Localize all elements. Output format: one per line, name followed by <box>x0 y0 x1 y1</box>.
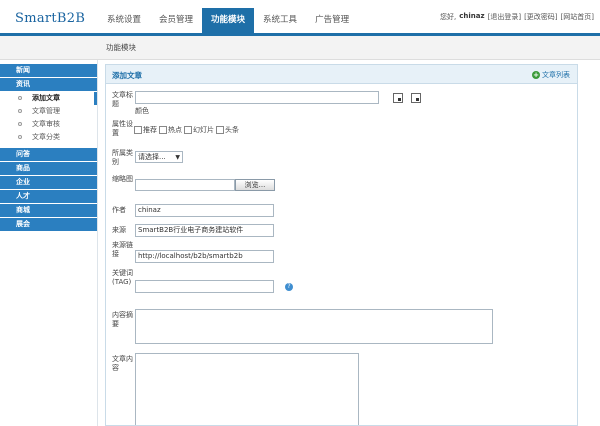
sidebar-item-article-review[interactable]: 文章审核 <box>0 118 97 131</box>
nav-tab-system-tools[interactable]: 系统工具 <box>254 8 306 33</box>
bullet-icon <box>18 96 22 100</box>
sidebar-section-qa[interactable]: 问答 <box>0 148 97 161</box>
sidebar-item-article-management[interactable]: 文章管理 <box>0 105 97 118</box>
site-home-link[interactable]: [网站首页] <box>561 12 594 22</box>
attributes-label: 属性设置 <box>112 120 133 137</box>
category-select[interactable]: 请选择... ▼ <box>135 151 183 163</box>
logout-link[interactable]: [退出登录] <box>488 12 521 22</box>
plus-icon: + <box>532 71 540 79</box>
chevron-down-icon: ▼ <box>175 154 180 161</box>
author-label: 作者 <box>112 206 126 214</box>
sidebar-item-label: 文章管理 <box>32 107 60 115</box>
nav-tab-system-settings[interactable]: 系统设置 <box>98 8 150 33</box>
main-nav: 系统设置 会员管理 功能模块 系统工具 广告管理 <box>98 8 358 33</box>
help-icon[interactable]: ? <box>285 283 293 291</box>
checkbox-icon <box>159 126 167 134</box>
title-input[interactable] <box>135 91 379 104</box>
nav-tab-member-management[interactable]: 会员管理 <box>150 8 202 33</box>
attributes-checkboxes: 推荐 热点 幻灯片 头条 <box>134 125 239 135</box>
change-password-link[interactable]: [更改密码] <box>524 12 557 22</box>
add-article-panel: 添加文章 + 文章列表 文章标题 颜色 属性设置 推荐 热点 幻灯片 头条 所属… <box>105 64 578 426</box>
source-url-input[interactable]: http://localhost/b2b/smartb2b <box>135 250 274 263</box>
sidebar-item-add-article[interactable]: 添加文章 <box>0 92 97 105</box>
article-list-label: 文章列表 <box>542 71 570 79</box>
attr-headline-label: 头条 <box>225 126 239 134</box>
attr-hot-label: 热点 <box>168 126 182 134</box>
content-editor[interactable] <box>135 353 359 425</box>
title-color-hint: 颜色 <box>135 107 149 115</box>
user-bar: 您好, chinaz [退出登录] [更改密码] [网站首页] <box>440 12 594 22</box>
breadcrumb-bar: 功能模块 <box>0 36 600 60</box>
user-greeting: 您好, <box>440 13 457 21</box>
attr-slide-label: 幻灯片 <box>193 126 214 134</box>
source-label: 来源 <box>112 226 126 234</box>
category-select-value: 请选择... <box>138 153 166 161</box>
sidebar-section-talent[interactable]: 人才 <box>0 190 97 203</box>
sidebar-item-article-categories[interactable]: 文章分类 <box>0 131 97 144</box>
sidebar-item-label: 文章分类 <box>32 133 60 141</box>
bullet-icon <box>18 135 22 139</box>
nav-tab-ad-management[interactable]: 广告管理 <box>306 8 358 33</box>
tags-label: 关键词(TAG) <box>112 269 133 286</box>
sidebar-section-mall[interactable]: 商城 <box>0 204 97 217</box>
attr-hot[interactable]: 热点 <box>159 125 182 135</box>
bullet-icon <box>18 122 22 126</box>
tags-input[interactable] <box>135 280 274 293</box>
sidebar-item-label: 文章审核 <box>32 120 60 128</box>
thumbnail-label: 缩略图 <box>112 175 133 183</box>
attr-slide[interactable]: 幻灯片 <box>184 125 214 135</box>
summary-textarea[interactable] <box>135 309 493 344</box>
user-name: chinaz <box>459 12 485 20</box>
sidebar-section-articles[interactable]: 资讯 <box>0 78 97 91</box>
sidebar-section-products[interactable]: 商品 <box>0 162 97 175</box>
summary-label: 内容摘要 <box>112 311 133 328</box>
nav-tab-function-modules[interactable]: 功能模块 <box>202 8 255 33</box>
bullet-icon <box>18 109 22 113</box>
attr-headline[interactable]: 头条 <box>216 125 239 135</box>
content-label: 文章内容 <box>112 355 133 372</box>
attr-recommend[interactable]: 推荐 <box>134 125 157 135</box>
bold-toggle-icon[interactable] <box>411 93 421 103</box>
article-list-link[interactable]: + 文章列表 <box>532 70 570 80</box>
checkbox-icon <box>134 126 142 134</box>
checkbox-icon <box>184 126 192 134</box>
color-picker-icon[interactable] <box>393 93 403 103</box>
source-url-label: 来源链接 <box>112 241 133 258</box>
checkbox-icon <box>216 126 224 134</box>
panel-header: 添加文章 + 文章列表 <box>106 65 577 84</box>
sidebar-section-companies[interactable]: 企业 <box>0 176 97 189</box>
app-logo: SmartB2B <box>15 11 86 26</box>
top-header: SmartB2B 系统设置 会员管理 功能模块 系统工具 广告管理 您好, ch… <box>0 0 600 36</box>
attr-recommend-label: 推荐 <box>143 126 157 134</box>
sidebar-section-exhibitions[interactable]: 展会 <box>0 218 97 231</box>
breadcrumb: 功能模块 <box>106 43 136 52</box>
author-input[interactable]: chinaz <box>135 204 274 217</box>
category-label: 所属类别 <box>112 149 133 166</box>
sidebar-section-news[interactable]: 新闻 <box>0 64 97 77</box>
title-label: 文章标题 <box>112 91 133 108</box>
thumbnail-input[interactable] <box>135 179 235 191</box>
source-input[interactable]: SmartB2B行业电子商务建站软件 <box>135 224 274 237</box>
sidebar: 新闻 资讯 添加文章 文章管理 文章审核 文章分类 问答 商品 企业 人才 商城… <box>0 60 98 426</box>
sidebar-item-label: 添加文章 <box>32 94 60 102</box>
panel-title: 添加文章 <box>112 71 142 80</box>
browse-button[interactable]: 浏览... <box>235 179 275 191</box>
